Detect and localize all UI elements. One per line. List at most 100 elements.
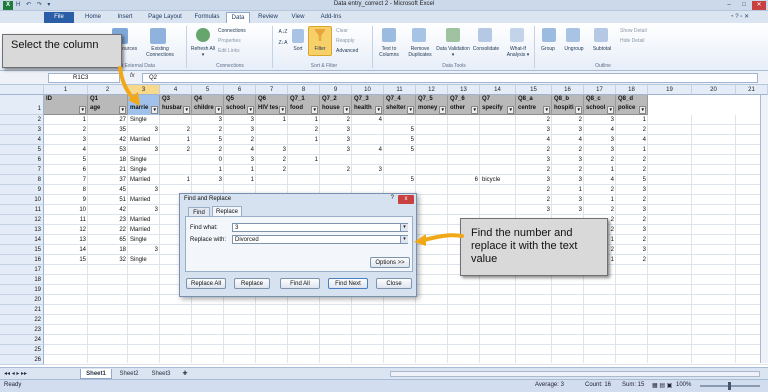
table-cell[interactable]: 2	[516, 185, 552, 195]
table-cell[interactable]: 3	[320, 135, 352, 145]
table-cell[interactable]: 5	[384, 125, 416, 135]
tab-review[interactable]: Review	[254, 12, 282, 23]
table-cell[interactable]: 1	[584, 195, 616, 205]
table-cell[interactable]: Single	[128, 165, 160, 175]
sheet-tab-sheet1[interactable]: Sheet1	[80, 369, 112, 379]
table-cell[interactable]: 3	[616, 245, 648, 255]
connections-button[interactable]: Connections	[218, 28, 268, 34]
table-cell[interactable]: 3	[616, 205, 648, 215]
table-cell[interactable]: 2	[160, 145, 192, 155]
vertical-scrollbar[interactable]	[760, 95, 768, 363]
table-cell[interactable]: 4	[584, 125, 616, 135]
table-cell[interactable]: 5	[192, 135, 224, 145]
find-dropdown-icon[interactable]: ▾	[400, 224, 408, 231]
table-cell[interactable]: 2	[288, 125, 320, 135]
table-cell[interactable]: 37	[88, 175, 128, 185]
table-cell[interactable]: 13	[44, 235, 88, 245]
table-cell[interactable]: 32	[88, 255, 128, 265]
row-header[interactable]: 12	[0, 215, 44, 225]
find-replace-dialog[interactable]: Find and Replace ? x Find Replace Find w…	[179, 193, 417, 297]
find-next-button[interactable]: Find Next	[328, 278, 368, 289]
table-cell[interactable]: 3	[584, 145, 616, 155]
row-header[interactable]: 8	[0, 175, 44, 185]
table-cell[interactable]: Single	[128, 115, 160, 125]
filter-dropdown-icon[interactable]: ▾	[543, 106, 550, 114]
filter-dropdown-icon[interactable]: ▾	[343, 106, 350, 114]
column-header[interactable]: 15	[516, 85, 552, 95]
table-cell[interactable]: 4	[44, 145, 88, 155]
refresh-all-button[interactable]: Refresh All ▾	[190, 46, 216, 58]
table-cell[interactable]: 2	[224, 135, 256, 145]
row-header[interactable]: 22	[0, 315, 44, 325]
filter-dropdown-icon[interactable]: ▾	[471, 106, 478, 114]
replace-dropdown-icon[interactable]: ▾	[400, 236, 408, 243]
table-cell[interactable]: 35	[88, 125, 128, 135]
table-cell[interactable]: Single	[128, 235, 160, 245]
table-cell[interactable]: 0	[192, 155, 224, 165]
find-what-input[interactable]: 3	[232, 223, 408, 232]
table-cell[interactable]: 3	[320, 145, 352, 155]
row-header[interactable]: 17	[0, 265, 44, 275]
row-header[interactable]: 15	[0, 245, 44, 255]
table-cell[interactable]: 3	[192, 175, 224, 185]
table-cell[interactable]: 42	[88, 135, 128, 145]
table-cell[interactable]: 6	[44, 165, 88, 175]
table-cell[interactable]: 3	[516, 155, 552, 165]
options-button[interactable]: Options >>	[370, 257, 410, 268]
table-cell[interactable]: 3	[192, 115, 224, 125]
table-cell[interactable]: 1	[616, 115, 648, 125]
table-cell[interactable]: 23	[88, 215, 128, 225]
column-header[interactable]: 13	[448, 85, 480, 95]
table-cell[interactable]: 5	[384, 145, 416, 155]
table-cell[interactable]: 5	[384, 175, 416, 185]
table-cell[interactable]: 2	[192, 125, 224, 135]
filter-dropdown-icon[interactable]: ▾	[375, 106, 382, 114]
tab-home[interactable]: Home	[78, 12, 108, 23]
consolidate-button[interactable]: Consolidate	[468, 46, 504, 52]
row-header[interactable]: 6	[0, 155, 44, 165]
table-cell[interactable]: 4	[224, 145, 256, 155]
row-header[interactable]: 2	[0, 115, 44, 125]
table-cell[interactable]: 2	[584, 155, 616, 165]
column-header[interactable]: 8	[288, 85, 320, 95]
header-cell[interactable]: Q7_4 shelter ▾	[384, 95, 416, 115]
header-cell[interactable]: Q3 husbar ▾	[160, 95, 192, 115]
tab-insert[interactable]: Insert	[110, 12, 140, 23]
sheet-nav-arrows[interactable]: ◂◂ ◂ ▸ ▸▸	[4, 370, 27, 377]
table-cell[interactable]: 15	[44, 255, 88, 265]
minimize-icon[interactable]: –	[722, 1, 736, 10]
table-cell[interactable]: 2	[616, 195, 648, 205]
subtotal-button[interactable]: Subtotal	[588, 46, 616, 52]
advanced-button[interactable]: Advanced	[336, 48, 370, 54]
filter-dropdown-icon[interactable]: ▾	[79, 106, 86, 114]
filter-dropdown-icon[interactable]: ▾	[407, 106, 414, 114]
table-cell[interactable]: 2	[160, 125, 192, 135]
table-cell[interactable]: 27	[88, 115, 128, 125]
table-cell[interactable]: 1	[192, 165, 224, 175]
table-cell[interactable]: 42	[88, 205, 128, 215]
find-all-button[interactable]: Find All	[280, 278, 320, 289]
table-cell[interactable]: 21	[88, 165, 128, 175]
row-header[interactable]: 3	[0, 125, 44, 135]
table-cell[interactable]: 2	[516, 165, 552, 175]
table-cell[interactable]: 1	[160, 135, 192, 145]
sheet-tab-sheet2[interactable]: Sheet2	[114, 369, 144, 379]
what-if-analysis-button[interactable]: What-If Analysis ▾	[504, 46, 532, 58]
table-cell[interactable]: 2	[616, 165, 648, 175]
filter-dropdown-icon[interactable]: ▾	[575, 106, 582, 114]
row-header[interactable]: 21	[0, 305, 44, 315]
tab-add-ins[interactable]: Add-Ins	[314, 12, 348, 23]
replace-button[interactable]: Replace	[234, 278, 270, 289]
formula-input[interactable]: Q2	[142, 73, 758, 83]
filter-dropdown-icon[interactable]: ▾	[607, 106, 614, 114]
table-cell[interactable]: 12	[44, 225, 88, 235]
table-cell[interactable]: 51	[88, 195, 128, 205]
remove-duplicates-button[interactable]: Remove Duplicates	[404, 46, 436, 58]
table-cell[interactable]: Married	[128, 175, 160, 185]
table-cell[interactable]: 2	[192, 145, 224, 155]
table-cell[interactable]: 7	[44, 175, 88, 185]
column-header[interactable]: 12	[416, 85, 448, 95]
table-cell[interactable]: Single	[128, 155, 160, 165]
table-cell[interactable]: 1	[256, 115, 288, 125]
tab-page-layout[interactable]: Page Layout	[142, 12, 188, 23]
